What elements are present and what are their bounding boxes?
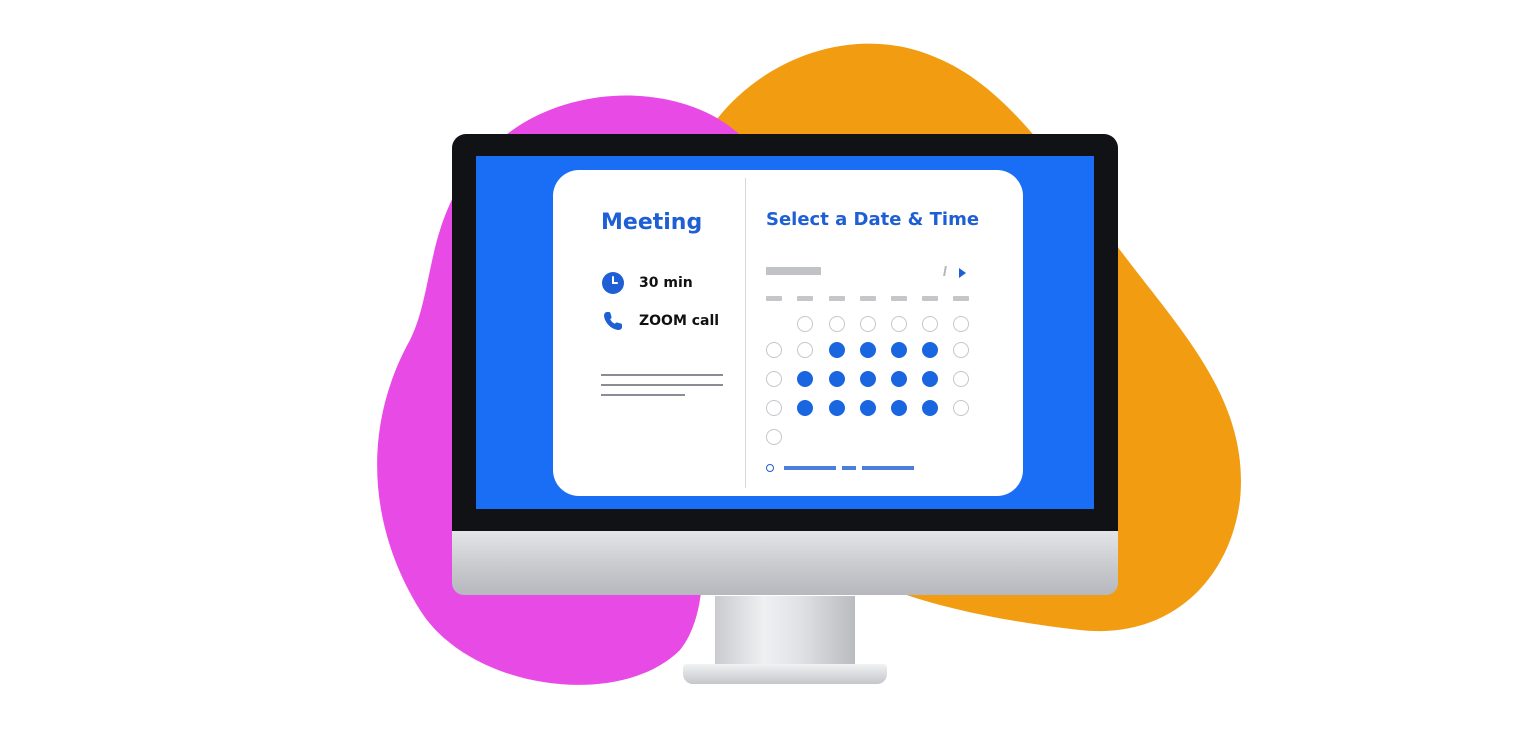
description-line (601, 374, 723, 376)
available-day[interactable] (797, 400, 813, 416)
calendar-day (766, 342, 782, 358)
weekday-label (797, 296, 813, 301)
available-day[interactable] (891, 400, 907, 416)
phone-icon (601, 309, 625, 333)
event-title: Meeting (601, 210, 703, 235)
available-day[interactable] (922, 342, 938, 358)
calendar-day (766, 371, 782, 387)
calendar-day (829, 316, 845, 332)
calendar-day (797, 342, 813, 358)
weekday-label (860, 296, 876, 301)
available-day[interactable] (922, 400, 938, 416)
available-day[interactable] (829, 400, 845, 416)
available-day[interactable] (797, 371, 813, 387)
description-line (601, 384, 723, 386)
available-day[interactable] (891, 371, 907, 387)
monitor-chin (452, 531, 1118, 595)
calendar-day (953, 371, 969, 387)
calendar-day (953, 400, 969, 416)
calendar-day (953, 342, 969, 358)
month-label (766, 267, 821, 275)
available-day[interactable] (829, 371, 845, 387)
weekday-label (891, 296, 907, 301)
calendar-day (860, 316, 876, 332)
monitor-stand-neck (715, 596, 855, 666)
duration-label: 30 min (639, 275, 693, 291)
available-day[interactable] (829, 342, 845, 358)
available-day[interactable] (922, 371, 938, 387)
calendar-day (953, 316, 969, 332)
calendar-day (891, 316, 907, 332)
description-line (601, 394, 685, 396)
previous-month-icon[interactable] (943, 266, 947, 276)
calendar-title: Select a Date & Time (766, 209, 980, 230)
location-label: ZOOM call (639, 313, 720, 329)
calendar-day (766, 429, 782, 445)
calendar-day (922, 316, 938, 332)
next-month-icon[interactable] (959, 268, 966, 278)
panel-divider (745, 178, 746, 488)
available-day[interactable] (860, 371, 876, 387)
weekday-label (829, 296, 845, 301)
clock-icon (601, 271, 625, 295)
globe-icon (766, 464, 774, 472)
available-day[interactable] (891, 342, 907, 358)
available-day[interactable] (860, 400, 876, 416)
scheduling-card: Meeting 30 min ZOOM call Select a Date &… (553, 170, 1023, 496)
location-row: ZOOM call (601, 309, 719, 333)
weekday-label (922, 296, 938, 301)
duration-row: 30 min (601, 271, 693, 295)
calendar-day (766, 400, 782, 416)
weekday-label (766, 296, 782, 301)
illustration-stage: Meeting 30 min ZOOM call Select a Date &… (0, 0, 1536, 744)
monitor-stand-base (683, 664, 887, 684)
timezone-text-placeholder (784, 466, 914, 470)
weekday-label (953, 296, 969, 301)
available-day[interactable] (860, 342, 876, 358)
calendar-day (797, 316, 813, 332)
timezone-selector[interactable] (766, 464, 914, 472)
